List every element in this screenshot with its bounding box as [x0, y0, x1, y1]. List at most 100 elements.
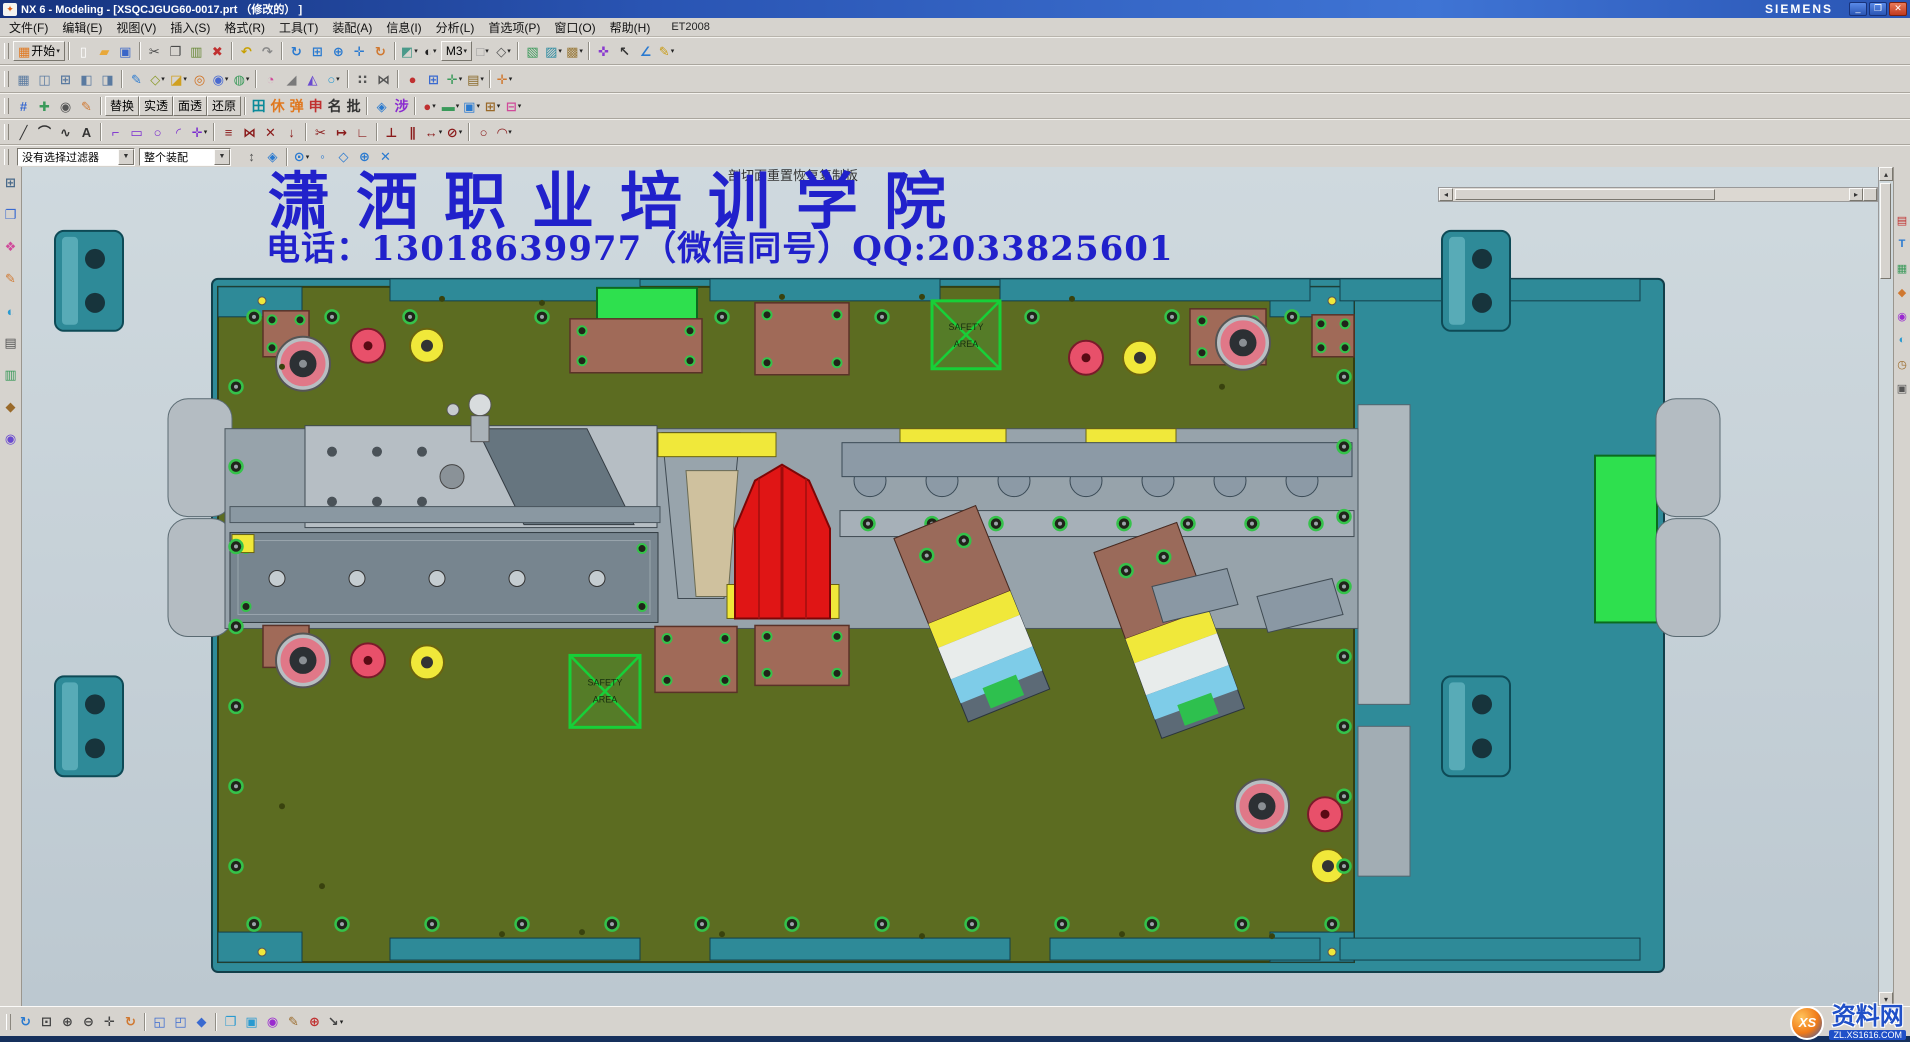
apply-button[interactable]: 申: [306, 96, 325, 117]
selection-filter-dropdown[interactable]: 没有选择过滤器 ▼: [17, 148, 135, 166]
hd3d-tools-icon[interactable]: ◉: [1895, 309, 1909, 323]
move-component-button[interactable]: ✛▾: [444, 69, 465, 90]
restore-view-button[interactable]: ◨: [97, 69, 118, 90]
menu-preferences[interactable]: 首选项(P): [481, 18, 547, 37]
hole-button[interactable]: ◉▾: [210, 69, 231, 90]
selection-scope-arrow[interactable]: ▼: [214, 149, 230, 165]
color-swatch-button-dropdown[interactable]: ▾: [485, 47, 489, 55]
rest-button[interactable]: 休: [268, 96, 287, 117]
horizontal-scroll-thumb[interactable]: [1455, 189, 1715, 200]
reuse-library-icon[interactable]: ◆: [1895, 285, 1909, 299]
split-view-button[interactable]: ◫: [34, 69, 55, 90]
selection-filter-arrow[interactable]: ▼: [118, 149, 134, 165]
view-orient-button-dropdown[interactable]: ▾: [340, 1018, 344, 1026]
capture-image-button[interactable]: ◉: [262, 1011, 283, 1032]
orient-view-button[interactable]: ◩▾: [399, 41, 420, 62]
quad-view-button[interactable]: ⊞: [55, 69, 76, 90]
start-button-dropdown[interactable]: ▾: [56, 47, 60, 55]
undo-button[interactable]: ↶: [236, 41, 257, 62]
menu-view[interactable]: 视图(V): [109, 18, 163, 37]
horizontal-scrollbar[interactable]: ◂ ▸: [1438, 187, 1878, 202]
top-view-button[interactable]: ◰: [170, 1011, 191, 1032]
copy-button[interactable]: ❐: [165, 41, 186, 62]
front-view-button[interactable]: ◱: [149, 1011, 170, 1032]
quick-extend-button[interactable]: ↦: [331, 122, 352, 143]
quick-trim-button[interactable]: ✂: [310, 122, 331, 143]
spectrum-icon[interactable]: ▥: [3, 367, 19, 383]
menu-assemblies[interactable]: 装配(A): [325, 18, 379, 37]
render-style-button[interactable]: M3▾: [441, 41, 472, 61]
open-button[interactable]: ▰: [94, 41, 115, 62]
menu-format[interactable]: 格式(R): [217, 18, 272, 37]
new-button[interactable]: ▯: [73, 41, 94, 62]
view-tools-icon[interactable]: ⊞: [3, 175, 19, 191]
pan-button[interactable]: ✛: [99, 1011, 120, 1032]
move-component-button-dropdown[interactable]: ▾: [459, 75, 463, 83]
measure-button[interactable]: ∠: [635, 41, 656, 62]
graphics-viewport[interactable]: SAFETY AREA SAFETY AREA: [22, 167, 1878, 1006]
menu-analysis[interactable]: 分析(L): [429, 18, 482, 37]
assembly-navigator-icon[interactable]: ▤: [1895, 213, 1909, 227]
menu-edit[interactable]: 编辑(E): [55, 18, 109, 37]
vertical-scrollbar[interactable]: ▴ ▾: [1878, 167, 1893, 1006]
revolve-button[interactable]: ◎: [189, 69, 210, 90]
select-button[interactable]: ↖: [614, 41, 635, 62]
titlebar[interactable]: ✦ NX 6 - Modeling - [XSQCJGUG60-0017.prt…: [0, 0, 1910, 18]
zoom-in-button[interactable]: ⊕: [57, 1011, 78, 1032]
annotate-button-dropdown[interactable]: ▾: [671, 47, 675, 55]
diameter-button[interactable]: ⊘▾: [444, 122, 465, 143]
strip-layout-button[interactable]: ▬▾: [440, 96, 461, 117]
interference-button[interactable]: 涉: [392, 96, 411, 117]
menu-insert[interactable]: 插入(S): [163, 18, 217, 37]
rotate-button[interactable]: ↻: [120, 1011, 141, 1032]
shaded-display-button-dropdown[interactable]: ▾: [433, 47, 437, 55]
mirror-feature-button[interactable]: ⋈: [373, 69, 394, 90]
restore-button[interactable]: 还原: [207, 96, 241, 116]
lighting-icon[interactable]: ◉: [3, 431, 19, 447]
arc-button[interactable]: ⌒: [34, 122, 55, 143]
true-shading-button[interactable]: 实透: [139, 96, 173, 116]
profile-button[interactable]: ⌐: [105, 122, 126, 143]
constraints-button-dropdown[interactable]: ▾: [579, 47, 583, 55]
insert-design-button-dropdown[interactable]: ▾: [476, 102, 480, 110]
edit-display-button[interactable]: ✎: [76, 96, 97, 117]
cut-button[interactable]: ✂: [144, 41, 165, 62]
name-button[interactable]: 名: [325, 96, 344, 117]
orient-view-button-dropdown[interactable]: ▾: [414, 47, 418, 55]
text-button[interactable]: A: [76, 122, 97, 143]
add-object-button[interactable]: ✚: [34, 96, 55, 117]
snap-point-button[interactable]: ✜: [593, 41, 614, 62]
snapshot-button[interactable]: ▣: [241, 1011, 262, 1032]
conic-button-dropdown[interactable]: ▾: [508, 128, 512, 136]
scroll-right-button[interactable]: ▸: [1849, 188, 1863, 201]
spline-button[interactable]: ∿: [55, 122, 76, 143]
intersect-button[interactable]: ✕: [260, 122, 281, 143]
vertical-scroll-track[interactable]: [1879, 181, 1893, 992]
menu-file[interactable]: 文件(F): [2, 18, 55, 37]
scroll-left-button[interactable]: ◂: [1439, 188, 1453, 201]
datum-plane-button[interactable]: ◇▾: [147, 69, 168, 90]
assemblies-button[interactable]: ▧: [522, 41, 543, 62]
delete-button[interactable]: ✖: [207, 41, 228, 62]
wcs-button[interactable]: ✛▾: [494, 69, 515, 90]
shaded-display-button[interactable]: ◐▾: [420, 41, 441, 62]
grid-button[interactable]: 田: [249, 96, 268, 117]
chamfer-button[interactable]: ◢: [281, 69, 302, 90]
trim-body-button[interactable]: ◭: [302, 69, 323, 90]
fit-window-button[interactable]: ⊡: [36, 1011, 57, 1032]
menu-tools[interactable]: 工具(T): [272, 18, 325, 37]
part-navigator-icon[interactable]: ▦: [1895, 261, 1909, 275]
close-button[interactable]: ✕: [1889, 2, 1907, 16]
maximize-button[interactable]: ❐: [1869, 2, 1887, 16]
constraints-button[interactable]: ▩▾: [564, 41, 585, 62]
project-button[interactable]: ↓: [281, 122, 302, 143]
window-layout-button[interactable]: ▦: [13, 69, 34, 90]
save-button[interactable]: ▣: [115, 41, 136, 62]
pocket-button-dropdown[interactable]: ▾: [518, 102, 522, 110]
roles-icon[interactable]: ▣: [1895, 381, 1909, 395]
scrollbar-corner-button[interactable]: [1863, 188, 1877, 201]
spring-button[interactable]: 弹: [287, 96, 306, 117]
add-component-button[interactable]: ⊞: [423, 69, 444, 90]
pocket-button[interactable]: ⊟▾: [503, 96, 524, 117]
diameter-button-dropdown[interactable]: ▾: [459, 128, 463, 136]
